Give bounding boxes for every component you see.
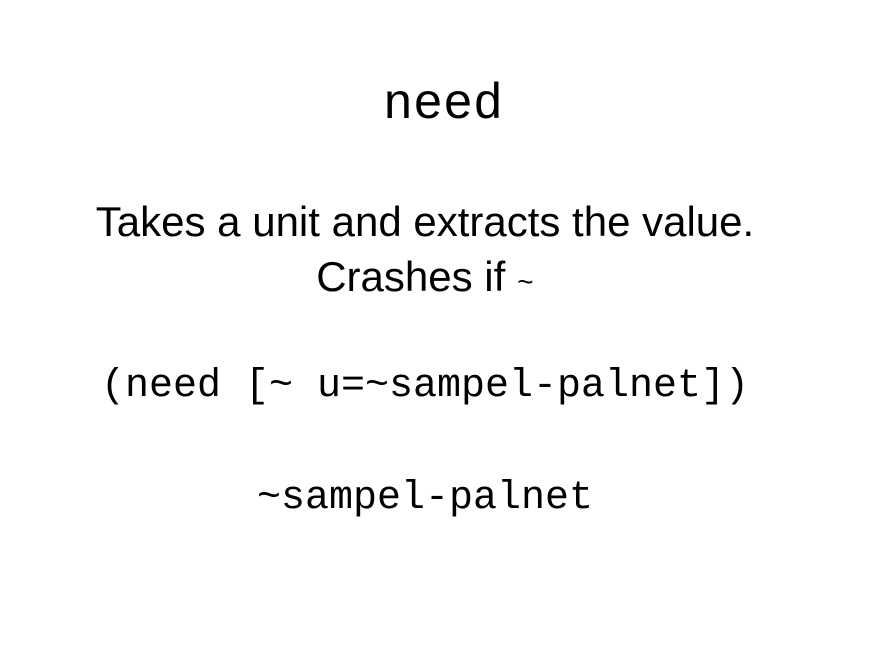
example-input-code: (need [~ u=~sampel-palnet])	[100, 364, 750, 409]
example-output-code: ~sampel-palnet	[256, 476, 594, 521]
slide-title: need	[382, 77, 504, 134]
description-tilde: ~	[516, 269, 534, 300]
description: Takes a unit and extracts the value. Cra…	[0, 194, 850, 312]
description-line-2: Crashes if ~	[0, 249, 850, 312]
description-line-1: Takes a unit and extracts the value.	[95, 198, 755, 245]
description-crashes-text: Crashes if	[316, 253, 506, 300]
slide: need Takes a unit and extracts the value…	[0, 0, 886, 656]
